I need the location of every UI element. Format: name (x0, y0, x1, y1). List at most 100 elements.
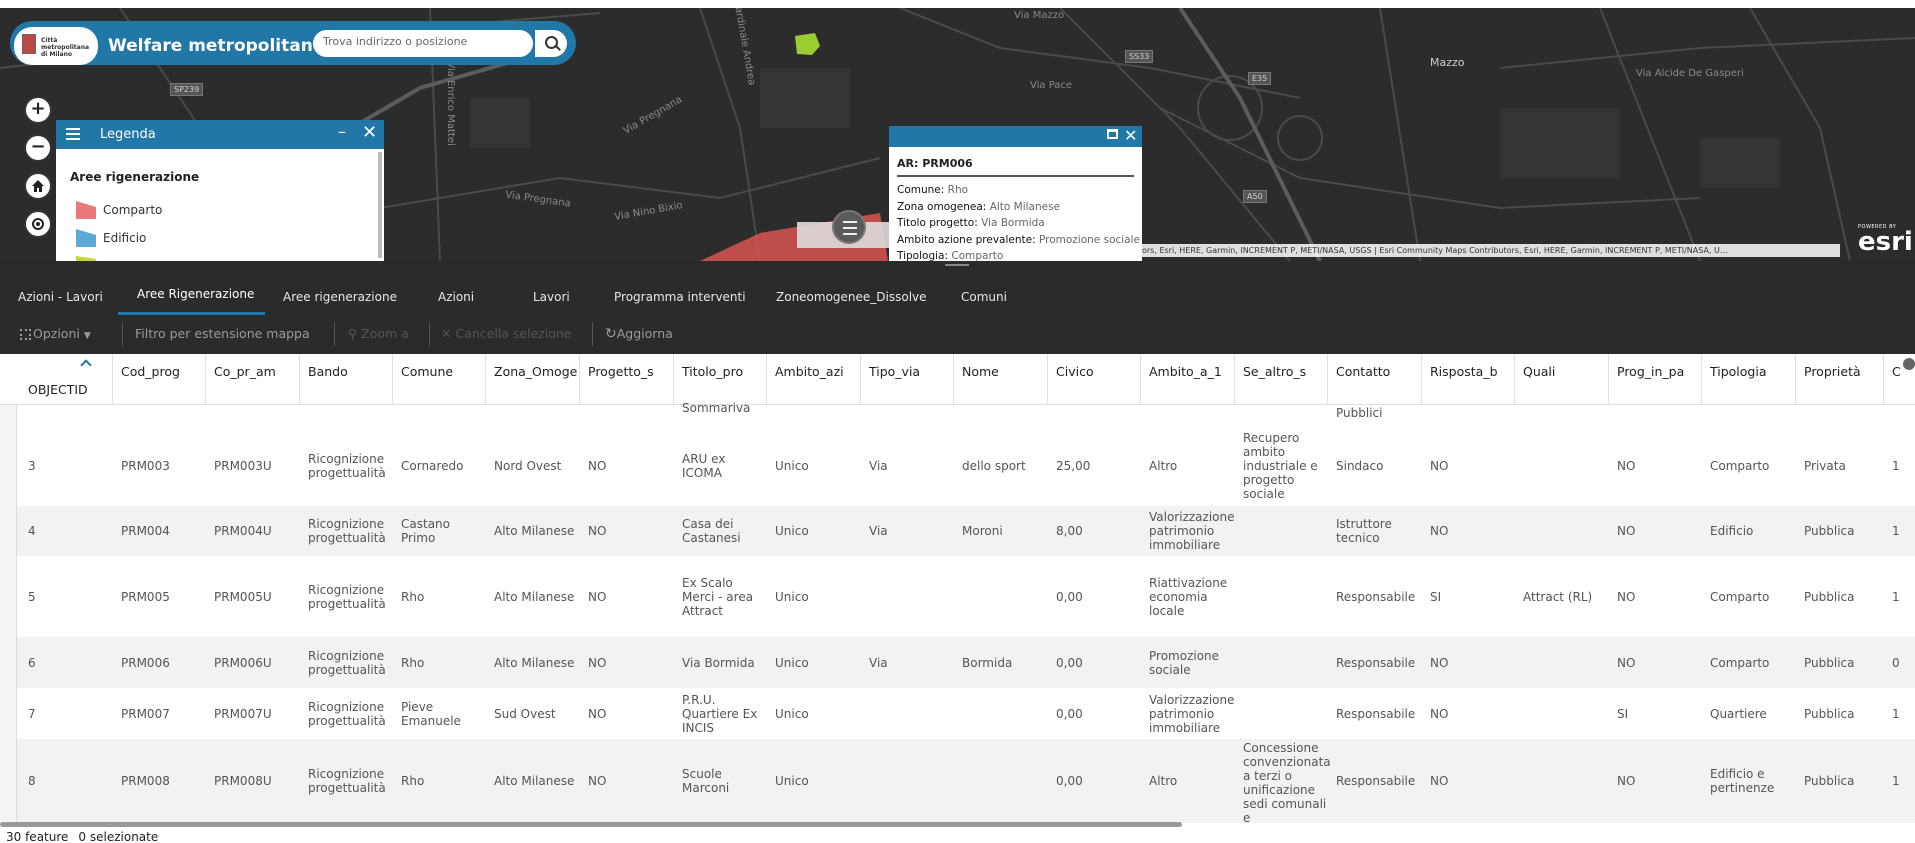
column-divider[interactable] (1514, 354, 1515, 405)
row-selector-gutter[interactable] (0, 405, 17, 823)
active-tab-indicator (118, 312, 265, 315)
search-input[interactable] (323, 35, 513, 48)
tab-zoneomogenee-dissolve[interactable]: Zoneomogenee_Dissolve (776, 290, 927, 304)
column-header[interactable]: Bando (308, 364, 348, 379)
zoom-to-button[interactable]: ⚲ Zoom a (348, 326, 409, 341)
tab-aree-rigenerazione-active[interactable]: Aree Rigenerazione (137, 287, 254, 301)
column-header[interactable]: Tipologia (1710, 364, 1767, 379)
table-cell: 5 (28, 589, 36, 604)
column-header[interactable]: Contatto (1336, 364, 1390, 379)
tab-azioni[interactable]: Azioni (438, 290, 474, 304)
column-divider[interactable] (579, 354, 580, 405)
table-cell: Ricognizione progettualità (308, 517, 386, 545)
column-header[interactable]: Quali (1523, 364, 1555, 379)
table-row[interactable]: 6 PRM006 PRM006U Ricognizione progettualità… (17, 637, 1915, 688)
column-divider[interactable] (1140, 354, 1141, 405)
table-row[interactable]: 7 PRM007 PRM007U Ricognizione progettualità… (17, 688, 1915, 739)
table-cell: Quartiere (1710, 706, 1767, 721)
column-header[interactable]: Titolo_pro (682, 364, 743, 379)
column-divider[interactable] (953, 354, 954, 405)
column-header[interactable]: Nome (962, 364, 999, 379)
column-header[interactable]: Prog_in_pa (1617, 364, 1684, 379)
resize-handle[interactable] (945, 264, 969, 266)
column-divider[interactable] (1701, 354, 1702, 405)
column-header[interactable]: Risposta_b (1430, 364, 1498, 379)
layer-list-icon[interactable] (832, 210, 866, 244)
column-header[interactable]: Ambito_a_1 (1149, 364, 1222, 379)
column-divider[interactable] (860, 354, 861, 405)
minimize-button[interactable]: – (338, 122, 346, 141)
app-title: Welfare metropolitano (108, 36, 325, 56)
zoom-in-button[interactable]: + (24, 96, 52, 124)
column-divider[interactable] (1795, 354, 1796, 405)
table-cell: Unico (775, 655, 809, 670)
feature-count: 30 feature (6, 830, 69, 843)
column-divider[interactable] (112, 354, 113, 405)
column-header[interactable]: Proprietà (1804, 364, 1861, 379)
column-header[interactable]: Civico (1056, 364, 1094, 379)
column-divider[interactable] (1234, 354, 1235, 405)
column-header[interactable]: Se_altro_s (1243, 364, 1306, 379)
maximize-icon[interactable] (1107, 129, 1118, 139)
tab-programma-interventi[interactable]: Programma interventi (614, 290, 746, 304)
table-row[interactable]: 5 PRM005 PRM005U Ricognizione progettualità… (17, 556, 1915, 637)
column-header[interactable]: Cod_prog (121, 364, 180, 379)
column-divider[interactable] (392, 354, 393, 405)
table-cell: Pieve Emanuele (401, 699, 461, 728)
table-cell: Bormida (962, 655, 1013, 670)
options-menu-button[interactable]: Opzioni ▼ (20, 326, 91, 341)
column-divider[interactable] (1608, 354, 1609, 405)
sort-ascending-icon[interactable] (80, 359, 92, 371)
column-header[interactable]: Progetto_s (588, 364, 654, 379)
column-divider[interactable] (1883, 354, 1884, 405)
table-cell: dello sport (962, 458, 1026, 473)
table-cell: PRM004 (121, 524, 170, 538)
locate-button[interactable] (24, 210, 52, 238)
table-row[interactable]: 4 PRM004 PRM004U Ricognizione progettualità… (17, 506, 1915, 556)
search-icon[interactable] (535, 30, 567, 57)
column-divider[interactable] (1421, 354, 1422, 405)
column-divider[interactable] (299, 354, 300, 405)
tab-azioni-lavori[interactable]: Azioni - Lavori (18, 290, 103, 304)
close-button[interactable]: ✕ (362, 122, 377, 143)
table-row[interactable]: 3 PRM003 PRM003U Ricognizione progettualità… (17, 425, 1915, 506)
table-cell: PRM008 (121, 774, 170, 788)
refresh-button[interactable]: ↻Aggiorna (605, 326, 673, 342)
table-cell: 1 (1892, 524, 1900, 538)
column-header[interactable]: OBJECTID (28, 382, 88, 397)
column-divider[interactable] (485, 354, 486, 405)
table-row[interactable]: 8 PRM008 PRM008U Ricognizione progettualità… (17, 739, 1915, 823)
column-header[interactable]: Co_pr_am (214, 364, 276, 379)
table-row-partial[interactable]: Sommariva Pubblici (17, 401, 1915, 425)
tab-comuni[interactable]: Comuni (961, 290, 1007, 304)
table-cell: PRM004U (214, 524, 272, 538)
horizontal-scrollbar[interactable] (0, 822, 1182, 827)
table-cell: NO (1617, 589, 1636, 604)
table-cell: SI (1430, 589, 1442, 604)
zoom-out-button[interactable]: − (24, 134, 52, 162)
table-cell: NO (1430, 655, 1449, 670)
filter-extent-button[interactable]: Filtro per estensione mappa (135, 326, 310, 341)
column-header[interactable]: Zona_Omoge (494, 364, 577, 379)
road-label: Via Enrico Mattei (444, 61, 456, 146)
column-header[interactable]: C (1892, 364, 1901, 379)
table-cell: Pubblica (1804, 589, 1855, 604)
column-divider[interactable] (673, 354, 674, 405)
tab-aree-rigenerazione[interactable]: Aree rigenerazione (283, 290, 397, 304)
legend-scrollbar[interactable] (378, 152, 382, 258)
table-cell: Pubblica (1804, 524, 1855, 538)
column-header[interactable]: Comune (401, 364, 453, 379)
table-cell: Responsabile (1336, 706, 1416, 721)
column-menu-icon[interactable] (1903, 358, 1915, 370)
column-header[interactable]: Tipo_via (869, 364, 920, 379)
column-divider[interactable] (766, 354, 767, 405)
column-divider[interactable] (205, 354, 206, 405)
column-divider[interactable] (1047, 354, 1048, 405)
clear-selection-button[interactable]: ✕ Cancella selezione (441, 326, 572, 341)
tab-lavori[interactable]: Lavori (533, 290, 570, 304)
column-header[interactable]: Ambito_azi (775, 364, 844, 379)
table-cell: Recupero ambito industriale e progetto s… (1243, 430, 1318, 501)
home-button[interactable] (24, 172, 52, 200)
close-button[interactable]: ✕ (1124, 126, 1137, 145)
column-divider[interactable] (1327, 354, 1328, 405)
